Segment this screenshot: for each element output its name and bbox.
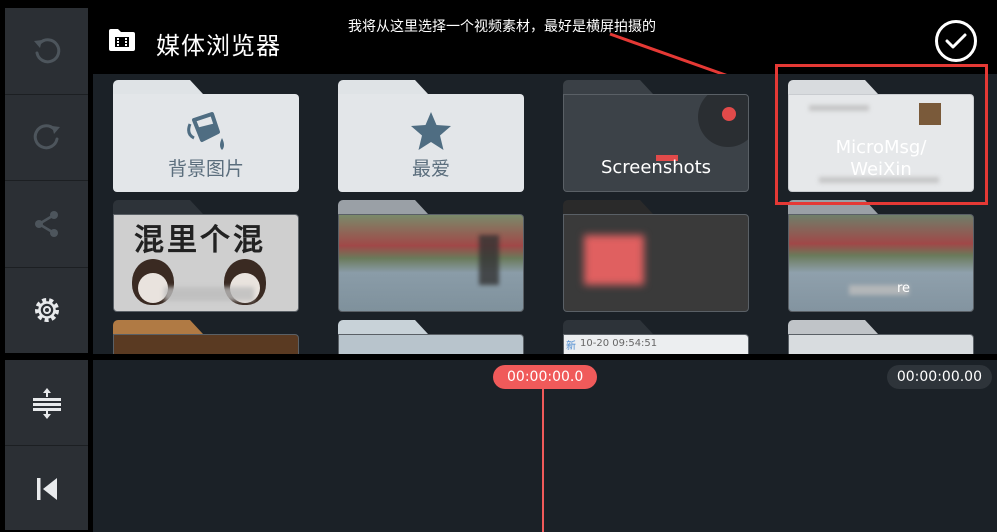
folder-label: Screenshots — [600, 157, 712, 178]
folder-row3-3[interactable]: 新 10-20 09:54:51 — [563, 320, 749, 354]
folder-label: 背景图片 — [167, 158, 244, 180]
folder-label: 最爱 — [411, 158, 450, 180]
folder-favorites[interactable]: 最爱 — [338, 80, 524, 192]
folder-row3-2[interactable] — [338, 320, 524, 354]
playhead[interactable] — [542, 388, 544, 532]
star-icon — [411, 112, 451, 150]
timeline-panel: 00:00:00.0 00:00:00.00 — [93, 360, 997, 532]
current-time-badge: 00:00:00.0 — [493, 365, 598, 389]
thumbnail-text: re — [897, 281, 911, 296]
paint-bucket-icon — [187, 112, 224, 150]
thumbnail-text: 新 — [566, 341, 576, 352]
total-time-badge: 00:00:00.00 — [886, 365, 992, 389]
folder-row3-1[interactable] — [113, 320, 299, 354]
folder-background-images[interactable]: 背景图片 — [113, 80, 299, 192]
folder-screenshots[interactable]: Screenshots — [563, 80, 749, 192]
folder-video-court-2[interactable]: re — [788, 200, 974, 312]
meme-caption: 混里个混 — [134, 223, 266, 258]
highlight-box — [775, 64, 988, 205]
kinemaster-media-browser: 媒体浏览器 我将从这里选择一个视频素材，最好是横屏拍摄的 背景图片 最爱 Scr… — [0, 0, 997, 532]
folder-video-court[interactable] — [338, 200, 524, 312]
folder-video-red[interactable] — [563, 200, 749, 312]
folder-row3-4[interactable] — [788, 320, 974, 354]
folder-meme-images[interactable]: 混里个混 — [113, 200, 299, 312]
thumbnail-timestamp: 10-20 09:54:51 — [580, 338, 658, 349]
